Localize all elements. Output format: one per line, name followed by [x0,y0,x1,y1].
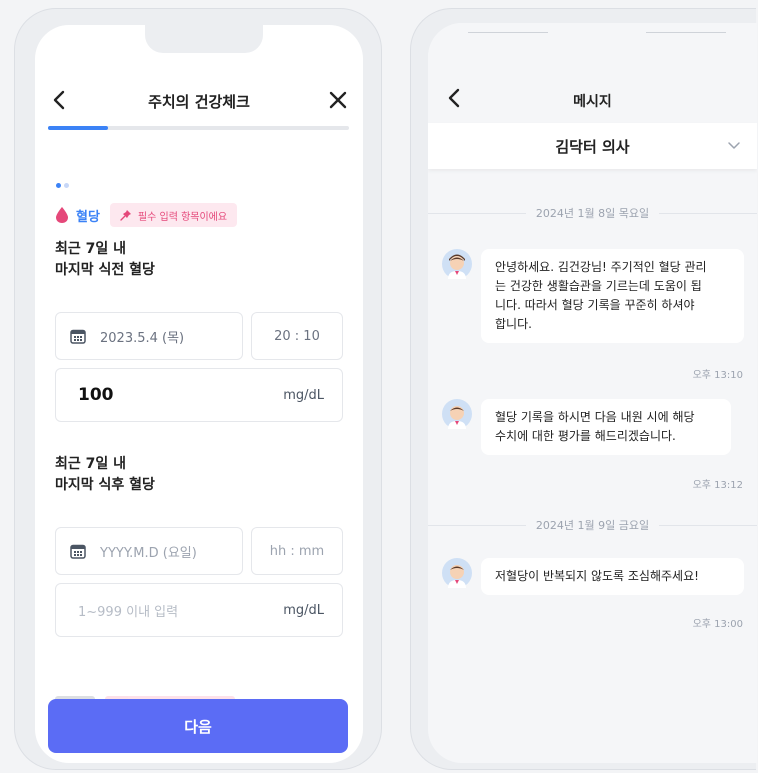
page-title: 주치의 건강체크 [148,93,250,111]
health-check-screen: 주치의 건강체크 혈당 필수 입력 항목이에요 최근 7일 내 마지막 식전 혈… [35,25,363,763]
message-line: 합니다. [495,317,532,331]
section-title-line2: 마지막 식전 혈당 [55,262,155,278]
unit-label: mg/dL [283,602,324,618]
date-divider-text: 2024년 1월 8일 목요일 [535,207,650,220]
doctor-selector[interactable]: 김닥터 의사 [428,123,757,169]
time-field-postprandial[interactable]: hh : mm [251,527,343,575]
section-title-fasting: 최근 7일 내 마지막 식전 혈당 [55,239,155,281]
glucose-value: 100 [78,385,114,405]
date-field-postprandial[interactable]: YYYY.M.D (요일) [55,527,243,575]
date-value: 2023.5.4 (목) [100,330,185,346]
chevron-down-icon [728,142,740,149]
glucose-input-postprandial[interactable]: 1~999 이내 입력 mg/dL [55,583,343,637]
date-divider-text: 2024년 1월 9일 금요일 [535,519,650,532]
glucose-placeholder: 1~999 이내 입력 [78,604,179,620]
message-line: 안녕하세요. 김건강님! 주기적인 혈당 관리 [495,260,707,274]
message-line: 혈당 기록을 하시면 다음 내원 시에 해당 [495,410,695,424]
time-placeholder: hh : mm [269,543,325,559]
message-time: 오후 13:00 [692,619,743,630]
section-title-line1: 최근 7일 내 [55,456,127,472]
date-placeholder: YYYY.M.D (요일) [100,545,197,561]
blood-drop-icon [56,207,68,223]
section-title-line2: 마지막 식후 혈당 [55,477,155,493]
next-button[interactable]: 다음 [48,699,348,753]
date-divider: 2024년 1월 8일 목요일 [428,205,757,221]
doctor-avatar [442,249,472,279]
category-row: 혈당 필수 입력 항목이에요 [56,201,238,229]
status-line [646,32,726,33]
section-title-postprandial: 최근 7일 내 마지막 식후 혈당 [55,454,155,496]
divider-line [659,524,757,526]
progress-bar [48,126,349,130]
message-time: 오후 13:12 [692,480,743,491]
required-badge: 필수 입력 항목이에요 [109,203,238,227]
message-bubble: 안녕하세요. 김건강님! 주기적인 혈당 관리 는 건강한 생활습관을 기르는데… [481,249,744,343]
calendar-icon [70,544,86,559]
message-line: 저혈당이 반복되지 않도록 조심해주세요! [495,569,699,583]
category-label: 혈당 [76,209,100,225]
message-line: 수치에 대한 평가를 해드리겠습니다. [495,429,676,443]
doctor-avatar [442,399,472,429]
pin-icon [120,210,131,221]
progress-fill [48,126,109,130]
date-divider: 2024년 1월 9일 금요일 [428,517,757,533]
step-dot [64,183,69,188]
step-dot-active [56,183,61,188]
message-line: 는 건강한 생활습관을 기르는데 도움이 됩 [495,279,702,293]
messages-screen: 메시지 김닥터 의사 2024년 1월 8일 목요일 안녕하세요. 김건강님! … [428,23,757,763]
glucose-input-fasting[interactable]: 100 mg/dL [55,368,343,422]
divider-line [659,212,757,214]
phone-notch [145,25,263,53]
header: 주치의 건강체크 [35,83,363,119]
doctor-avatar [442,558,472,588]
divider-line [428,524,526,526]
date-field-fasting[interactable]: 2023.5.4 (목) [55,312,243,360]
status-line [468,32,548,33]
message-bubble: 저혈당이 반복되지 않도록 조심해주세요! [481,558,744,595]
required-badge-text: 필수 입력 항목이에요 [137,211,228,223]
phone-right: 메시지 김닥터 의사 2024년 1월 8일 목요일 안녕하세요. 김건강님! … [410,8,757,770]
close-icon[interactable] [325,87,351,113]
message-line: 니다. 따라서 혈당 기록을 꾸준히 하셔야 [495,298,695,312]
calendar-icon [70,329,86,344]
time-value: 20 : 10 [274,328,320,344]
unit-label: mg/dL [283,387,324,403]
message-time: 오후 13:10 [692,370,743,381]
doctor-name: 김닥터 의사 [555,138,630,156]
message-bubble: 혈당 기록을 하시면 다음 내원 시에 해당 수치에 대한 평가를 해드리겠습니… [481,399,731,455]
page-title: 메시지 [573,94,612,110]
section-title-line1: 최근 7일 내 [55,241,127,257]
step-dots [56,173,72,192]
divider-line [428,212,526,214]
time-field-fasting[interactable]: 20 : 10 [251,312,343,360]
phone-left: 주치의 건강체크 혈당 필수 입력 항목이에요 최근 7일 내 마지막 식전 혈… [14,8,382,770]
